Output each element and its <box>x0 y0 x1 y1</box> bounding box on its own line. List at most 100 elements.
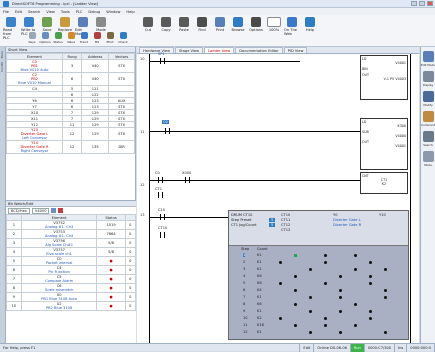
edit-cell[interactable]: 0 <box>124 301 137 311</box>
edit-cell[interactable]: 0 <box>124 274 137 284</box>
drum-event-dot[interactable] <box>354 254 357 257</box>
counter-block[interactable]: CNT CT1 K2 <box>360 172 408 194</box>
drum-event-dot[interactable] <box>309 310 312 313</box>
menu-file[interactable]: File <box>3 10 9 14</box>
drum-event-dot[interactable] <box>324 254 327 257</box>
status-cell[interactable]: ● <box>96 274 126 284</box>
rail-tab-docs[interactable]: Docs <box>0 51 4 58</box>
drum-event-dot[interactable] <box>309 268 312 271</box>
toolbar-button[interactable]: Copy <box>158 17 174 32</box>
tab-documentation-editor[interactable]: Documentation Editor <box>235 47 283 53</box>
status-cell[interactable]: 1519 <box>96 220 126 230</box>
drum-event-dot[interactable] <box>339 289 342 292</box>
drum-instruction-box[interactable]: DRUM CT10 Step Preset CT1 Jog/Count 5 5 … <box>228 210 409 340</box>
status-cell[interactable]: ● <box>96 292 126 302</box>
edit-cell[interactable]: 0 <box>124 256 137 266</box>
table-row[interactable]: 1 V3752 Analog #1. Ch3 1519 0 <box>6 220 137 230</box>
contact-icon[interactable] <box>185 177 190 183</box>
drum-event-dot[interactable] <box>384 296 387 299</box>
drum-event-dot[interactable] <box>294 254 297 257</box>
table-row[interactable]: 4 V3757 Elvo scale ch1 5/8 0 <box>6 247 137 257</box>
instruction-block[interactable]: LD K300 SUB V4000 OUT V4001 <box>360 118 408 170</box>
side-tool-button[interactable]: Edit Mode <box>421 51 435 67</box>
drum-event-dot[interactable] <box>354 303 357 306</box>
drum-event-dot[interactable] <box>309 296 312 299</box>
drum-event-dot[interactable] <box>384 289 387 292</box>
contact-icon[interactable] <box>165 128 170 134</box>
toolbar-button[interactable]: Paste <box>176 17 192 32</box>
side-tool-button[interactable]: Display <box>421 71 435 87</box>
drum-event-dot[interactable] <box>384 331 387 334</box>
status-cell[interactable]: ● <box>96 301 126 311</box>
toolbar-button[interactable]: Pfort <box>104 32 116 44</box>
drum-event-dot[interactable] <box>309 331 312 334</box>
drum-event-dot[interactable] <box>324 317 327 320</box>
menu-edit[interactable]: Edit <box>15 10 22 14</box>
drum-event-dot[interactable] <box>279 317 282 320</box>
toolbar-button[interactable]: Save <box>39 17 55 32</box>
toolbar-button[interactable]: Status <box>52 32 64 44</box>
contact-icon[interactable] <box>160 58 165 64</box>
contact-icon[interactable] <box>158 192 163 198</box>
drum-event-dot[interactable] <box>369 282 372 285</box>
edit-cell[interactable]: 0 <box>124 265 137 275</box>
contact-icon[interactable] <box>160 214 165 220</box>
toolbar-button[interactable]: Cut <box>140 17 156 32</box>
table-row[interactable]: 9 X0 PB1 Blue 3108 Auto ● 0 <box>6 292 137 302</box>
tab-pid-view[interactable]: PID View <box>283 47 308 53</box>
table-row[interactable]: 5 C0 Pocket interval ● 0 <box>6 256 137 266</box>
minimize-button[interactable] <box>411 1 417 6</box>
table-row[interactable]: 10 X2 PB2 Blue 3108 ● 0 <box>6 301 137 311</box>
menu-help[interactable]: Help <box>126 10 134 14</box>
toolbar-button[interactable]: Options <box>248 17 264 32</box>
table-row[interactable]: 7 C5 Compare Alarm ● 0 <box>6 274 137 284</box>
drum-event-dot[interactable] <box>369 310 372 313</box>
table-row[interactable]: 8 C6 Scale mismatch ● 0 <box>6 283 137 293</box>
status-cell[interactable]: 7664 <box>96 229 126 239</box>
rail-tab-confio[interactable]: ConfIO <box>0 62 4 72</box>
edit-cell[interactable]: 0 <box>124 292 137 302</box>
instruction-block[interactable]: LD V4001 BIN OUT V-1 PV V4003 <box>360 55 408 100</box>
contact-icon[interactable] <box>160 232 165 238</box>
side-tool-button[interactable]: Search <box>421 131 435 147</box>
drum-event-dot[interactable] <box>369 261 372 264</box>
edit-cell[interactable]: 0 <box>124 220 137 230</box>
status-cell[interactable]: ● <box>96 265 126 275</box>
edit-cell[interactable]: 0 <box>124 238 137 248</box>
toolbar-button[interactable]: Mode <box>93 17 109 32</box>
drum-event-dot[interactable] <box>279 261 282 264</box>
toolbar-button[interactable]: Options <box>39 32 51 44</box>
table-row[interactable]: Y13 Diverter Gate L Left Conveyor 12 129 STX <box>6 127 135 141</box>
menu-search[interactable]: Search <box>28 10 40 14</box>
add-icon[interactable] <box>51 208 57 213</box>
toolbar-button[interactable]: Print <box>212 17 228 32</box>
table-row[interactable]: C0 PB1 Blue V010 Auto 3 V40 STX <box>6 59 135 73</box>
drum-event-dot[interactable] <box>339 296 342 299</box>
table-row[interactable]: Y14 Diverter Gate R Right Conveyor 12 135 DIR <box>6 140 135 154</box>
toolbar-button[interactable]: Browse <box>230 17 246 32</box>
close-button[interactable] <box>427 1 433 6</box>
address-select[interactable]: V4000 <box>31 207 50 214</box>
toolbar-button[interactable]: Help <box>302 17 318 32</box>
toolbar-button[interactable]: Replace <box>57 17 73 32</box>
drum-event-dot[interactable] <box>279 282 282 285</box>
toolbar-button[interactable]: Trend <box>78 32 90 44</box>
status-cell[interactable]: 5/8 <box>96 247 126 257</box>
menu-tools[interactable]: Tools <box>61 10 70 14</box>
toolbar-button[interactable]: Read from PLC <box>3 17 19 40</box>
menu-debug[interactable]: Debug <box>88 10 100 14</box>
delete-icon[interactable] <box>58 208 64 213</box>
tab-stage-view[interactable]: Stage View <box>175 47 204 53</box>
toolbar-button[interactable]: Bit <box>91 32 103 44</box>
drum-event-dot[interactable] <box>294 289 297 292</box>
table-row[interactable]: 3 V3756 Alg Scale Ch#1 5/8 0 <box>6 238 137 248</box>
drum-event-dot[interactable] <box>339 275 342 278</box>
drum-event-dot[interactable] <box>324 324 327 327</box>
menu-window[interactable]: Window <box>106 10 120 14</box>
drum-event-dot[interactable] <box>294 275 297 278</box>
drum-event-dot[interactable] <box>339 310 342 313</box>
toolbar-button[interactable]: Value <box>65 32 77 44</box>
maximize-button[interactable] <box>419 1 425 6</box>
status-cell[interactable]: 5/8 <box>96 238 126 248</box>
table-row[interactable]: 6 C4 Pic Function ● 0 <box>6 265 137 275</box>
